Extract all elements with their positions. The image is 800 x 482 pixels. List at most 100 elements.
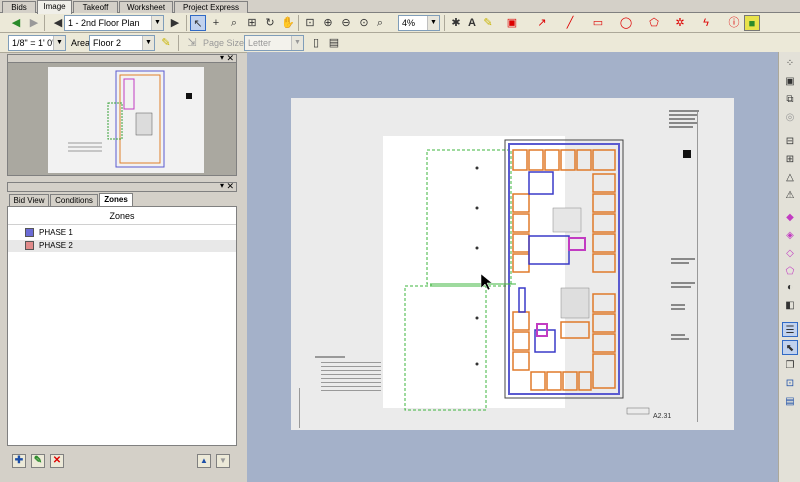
zone-name: PHASE 1 <box>39 228 73 237</box>
line-tool-icon[interactable]: ╱ <box>562 15 578 31</box>
zones-actions-bar: ✚ ✎ ✕ ▲ ▼ <box>7 446 237 482</box>
page-size-select[interactable]: Letter ▼ <box>244 35 304 51</box>
frame-icon[interactable]: ▣ <box>782 74 798 89</box>
tab-takeoff[interactable]: Takeoff <box>73 1 118 13</box>
next-page-icon[interactable]: ▶ <box>167 15 183 31</box>
tab-bids[interactable]: Bids <box>2 1 36 13</box>
area-select[interactable]: Floor 2 ▼ <box>89 35 155 51</box>
tab-image[interactable]: Image <box>37 0 72 14</box>
freehand-tool-icon[interactable]: ϟ <box>698 15 714 31</box>
rectangle-tool-icon[interactable]: ▭ <box>590 15 606 31</box>
list-view-icon[interactable]: ☰ <box>782 322 798 337</box>
note-tool-icon[interactable]: ■ <box>744 15 760 31</box>
area-edit-icon[interactable]: ✎ <box>158 35 174 51</box>
warning-icon[interactable]: ⚠ <box>782 188 798 203</box>
zoom-out-icon[interactable]: ⊖ <box>338 15 354 31</box>
pan-hand-icon[interactable]: ✋ <box>280 15 296 31</box>
highlighter-icon[interactable]: ✎ <box>480 15 496 31</box>
dimension-icon[interactable]: ⧉ <box>782 92 798 107</box>
triangle-icon[interactable]: △ <box>782 170 798 185</box>
split-view-icon[interactable]: ◧ <box>782 298 798 313</box>
arrow-tool-icon[interactable]: ↗ <box>534 15 550 31</box>
zoom-window-icon[interactable]: ⌕ <box>226 15 242 31</box>
floor-plan-drawing: A2.31 <box>299 110 699 428</box>
crosshair-icon[interactable]: + <box>208 15 224 31</box>
page-thumbnail[interactable] <box>7 62 237 176</box>
new-page-icon[interactable]: ▯ <box>308 35 324 51</box>
edit-zone-button[interactable]: ✎ <box>31 454 45 468</box>
close-icon[interactable]: ✕ <box>226 181 234 192</box>
magic-wand-icon[interactable]: ✱ <box>448 15 464 31</box>
stamp-tool-icon[interactable]: ⓘ <box>726 15 742 31</box>
zoom-dropdown-icon[interactable]: ⌕ <box>372 15 388 31</box>
zoom-fit-icon[interactable]: ⊡ <box>302 15 318 31</box>
subtab-zones[interactable]: Zones <box>99 193 133 206</box>
zoom-select[interactable]: 4% ▼ <box>398 15 440 31</box>
polygon-tool-icon[interactable]: ⬠ <box>646 15 662 31</box>
text-tool-icon[interactable]: A <box>464 15 480 31</box>
distribute-icon[interactable]: ⊞ <box>782 152 798 167</box>
zones-panel-header: ▾ ✕ <box>7 181 237 192</box>
layer-remove-icon[interactable]: ◇ <box>782 246 798 261</box>
subtab-conditions[interactable]: Conditions <box>50 194 98 206</box>
page-properties-icon[interactable]: ▤ <box>326 35 342 51</box>
drawing-sheet: A2.31 <box>291 98 734 430</box>
back-icon[interactable]: ◀ <box>8 15 24 31</box>
chevron-down-icon: ▼ <box>53 36 65 50</box>
properties-icon[interactable]: ▤ <box>782 394 798 409</box>
sheet-number: A2.31 <box>653 413 671 420</box>
area-label: Area <box>71 38 91 48</box>
page-size-value: Letter <box>248 38 272 48</box>
thumbnail-drawing <box>48 67 204 173</box>
cascade-icon[interactable]: ❐ <box>782 358 798 373</box>
tab-project-express[interactable]: Project Express <box>174 1 248 13</box>
add-zone-button[interactable]: ✚ <box>12 454 26 468</box>
right-toolbar: ⁘ ▣ ⧉ ◎ ⊟ ⊞ △ ⚠ ◆ ◈ ◇ ⬠ ◐ ◧ ☰ ⬉ ❐ ⊡ ▤ <box>778 52 800 482</box>
page-select[interactable]: 1 - 2nd Floor Plan ▼ <box>64 15 164 31</box>
zone-name: PHASE 2 <box>39 241 73 250</box>
page-size-icon[interactable]: ⇲ <box>184 35 200 51</box>
zoom-actual-icon[interactable]: ⊙ <box>356 15 372 31</box>
snap-icon[interactable]: ◎ <box>782 110 798 125</box>
zoom-area-icon[interactable]: ⊞ <box>244 15 260 31</box>
subtab-bid-view[interactable]: Bid View <box>9 194 49 206</box>
forward-icon[interactable]: ▶ <box>26 15 42 31</box>
cloud-tool-icon[interactable]: ✲ <box>672 15 688 31</box>
page-select-value: 1 - 2nd Floor Plan <box>68 18 140 28</box>
chevron-down-icon: ▼ <box>151 16 163 30</box>
zone-row-phase-1[interactable]: PHASE 1 <box>8 227 236 239</box>
layer-edit-icon[interactable]: ◈ <box>782 228 798 243</box>
opacity-icon[interactable]: ◐ <box>782 280 798 295</box>
zoom-to-area-icon[interactable]: ⊡ <box>782 376 798 391</box>
pin-icon[interactable]: ▾ <box>220 181 224 190</box>
scale-toolbar: 1/8" = 1' 0" ▼ Area Floor 2 ▼ ✎ ⇲ Page S… <box>0 33 800 53</box>
zones-header: Zones <box>8 207 236 225</box>
select-arrow-icon[interactable]: ↖ <box>190 15 206 31</box>
zone-row-phase-2[interactable]: PHASE 2 <box>8 240 236 252</box>
layer-props-icon[interactable]: ⬠ <box>782 264 798 279</box>
layer-add-icon[interactable]: ◆ <box>782 210 798 225</box>
rotate-icon[interactable]: ↻ <box>262 15 278 31</box>
chevron-down-icon: ▼ <box>427 16 439 30</box>
points-icon[interactable]: ⁘ <box>782 56 798 71</box>
zoom-in-icon[interactable]: ⊕ <box>320 15 336 31</box>
align-icon[interactable]: ⊟ <box>782 134 798 149</box>
zoom-value: 4% <box>402 18 416 28</box>
move-down-button[interactable]: ▼ <box>216 454 230 468</box>
ellipse-tool-icon[interactable]: ◯ <box>618 15 634 31</box>
drawing-canvas[interactable]: A2.31 <box>247 52 778 482</box>
move-up-button[interactable]: ▲ <box>197 454 211 468</box>
pointer-view-icon[interactable]: ⬉ <box>782 340 798 355</box>
chevron-down-icon: ▼ <box>291 36 303 50</box>
scale-select[interactable]: 1/8" = 1' 0" ▼ <box>8 35 66 51</box>
main-tab-bar: Bids Image Takeoff Worksheet Project Exp… <box>0 0 800 14</box>
image-toolbar: ◀ ▶ ◀ 1 - 2nd Floor Plan ▼ ▶ ↖ + ⌕ ⊞ ↻ ✋… <box>0 13 800 33</box>
callout-icon[interactable]: ▣ <box>504 15 520 31</box>
zone-color-swatch <box>25 228 34 237</box>
delete-zone-button[interactable]: ✕ <box>50 454 64 468</box>
page-size-label: Page Size <box>203 38 245 48</box>
area-select-value: Floor 2 <box>93 38 122 48</box>
zone-color-swatch <box>25 241 34 250</box>
tab-worksheet[interactable]: Worksheet <box>119 1 173 13</box>
pin-icon[interactable]: ▾ <box>220 53 224 62</box>
